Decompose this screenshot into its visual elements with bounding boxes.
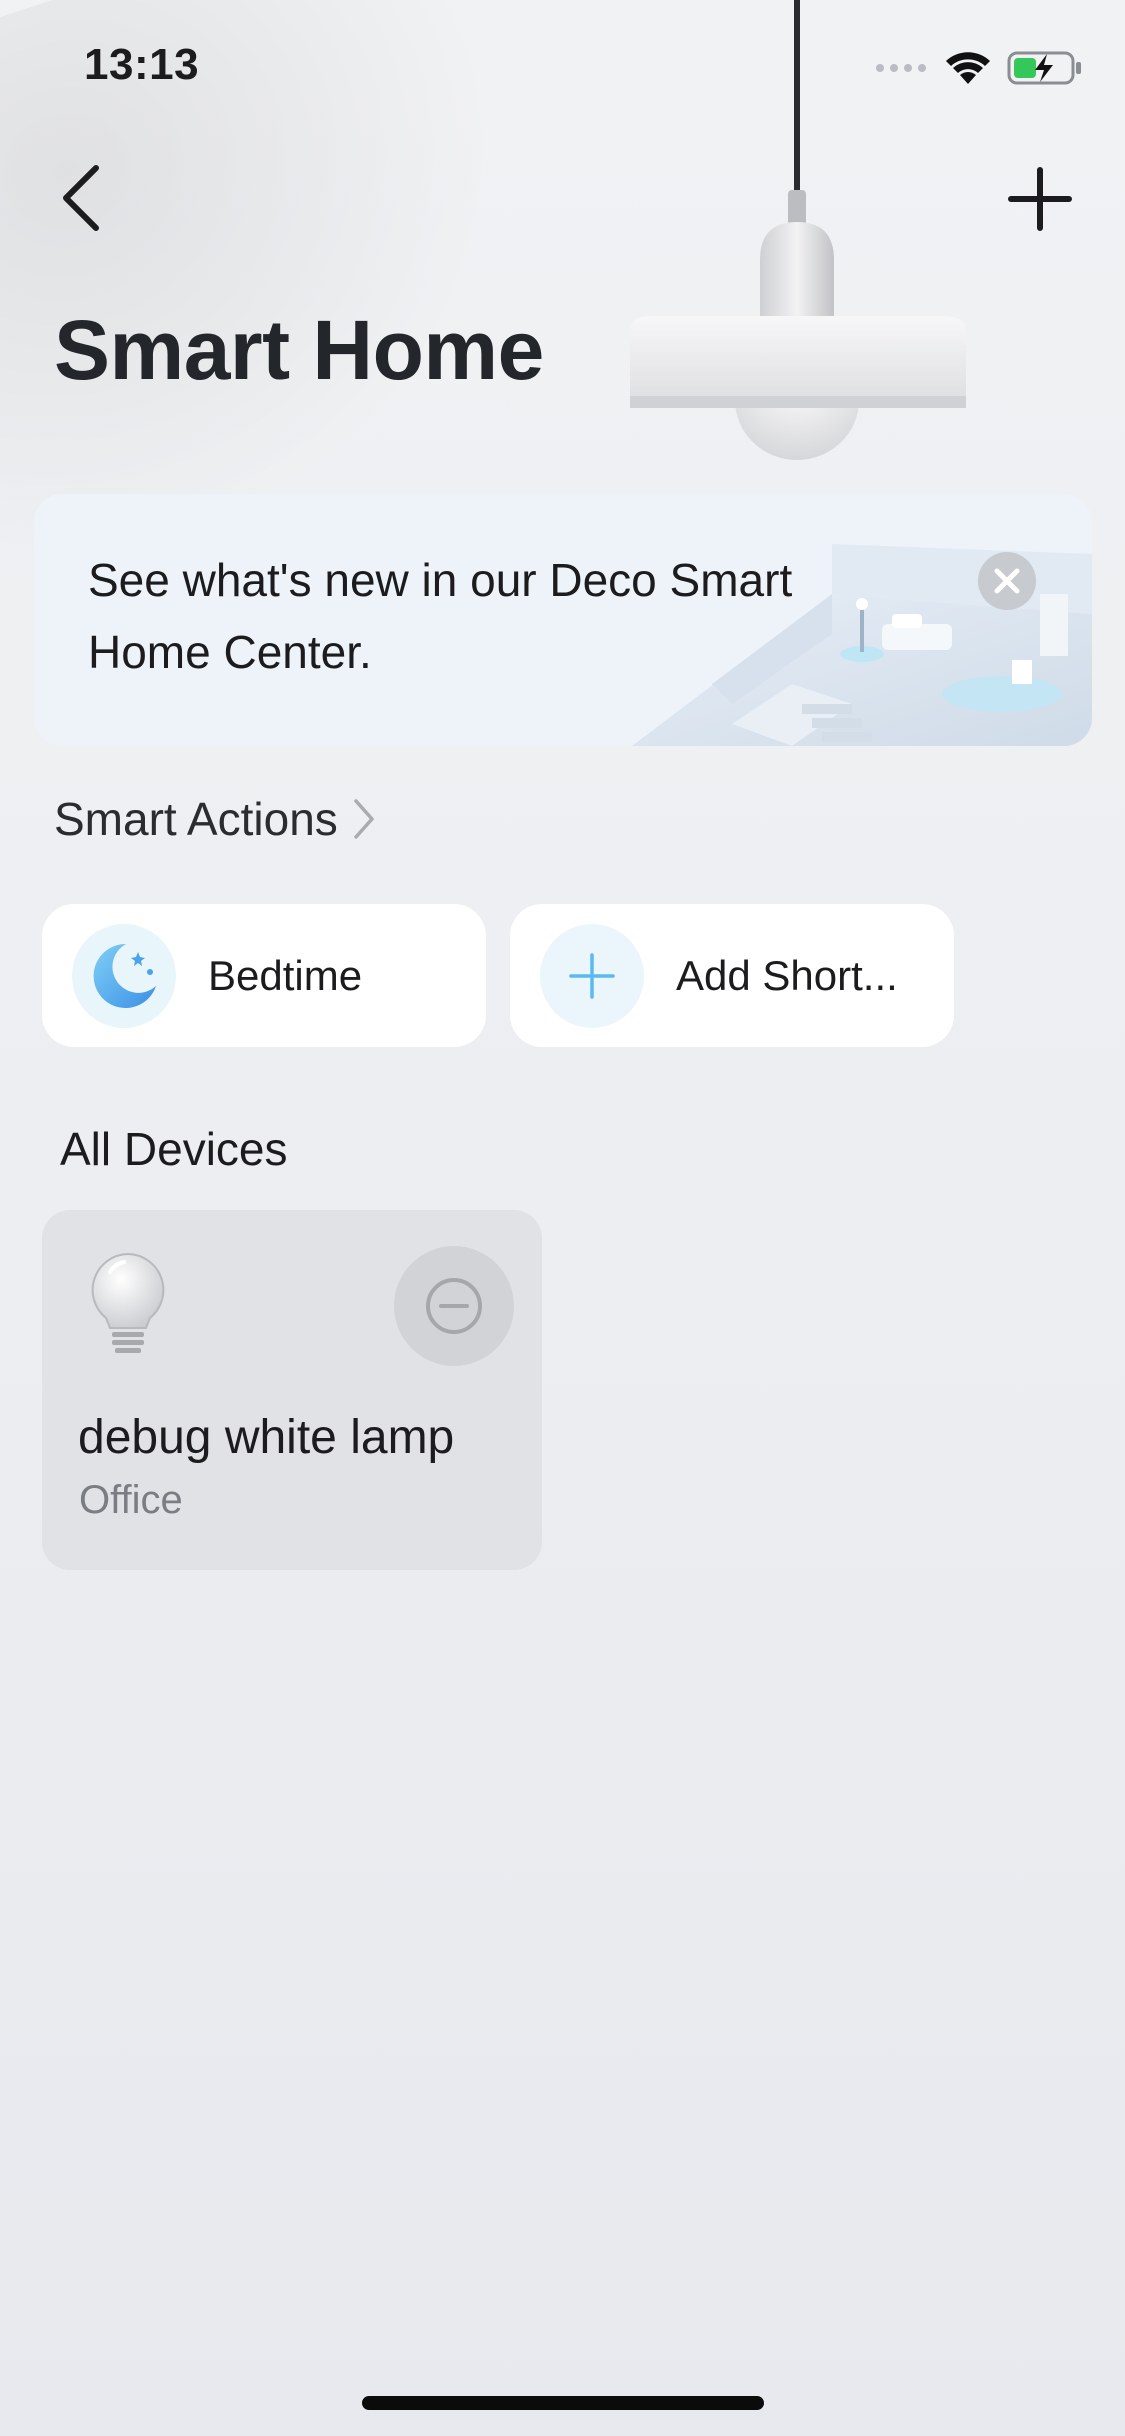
all-devices-title: All Devices xyxy=(60,1123,288,1175)
add-device-button[interactable] xyxy=(1007,166,1073,232)
pendant-lamp-illustration xyxy=(630,0,966,460)
page-title: Smart Home xyxy=(54,303,544,397)
action-label: Add Short... xyxy=(676,951,898,999)
device-remove-button[interactable] xyxy=(394,1246,514,1366)
plus-icon xyxy=(569,952,615,999)
chevron-right-icon xyxy=(354,799,374,839)
promo-banner[interactable]: See what's new in our Deco Smart Home Ce… xyxy=(34,494,1092,746)
device-room: Office xyxy=(79,1478,183,1522)
close-icon[interactable] xyxy=(978,552,1036,610)
smart-home-screen: 13:13 Smart Home See what's new in our D… xyxy=(0,0,1125,2436)
action-icon-bg xyxy=(540,923,644,1028)
bulb-icon xyxy=(91,1252,165,1353)
smart-actions-header[interactable]: Smart Actions xyxy=(54,792,376,846)
smart-actions-title: Smart Actions xyxy=(54,793,338,845)
action-card-bedtime[interactable]: Bedtime xyxy=(42,904,486,1047)
status-time: 13:13 xyxy=(84,40,200,89)
home-indicator[interactable] xyxy=(362,2396,764,2410)
device-card[interactable]: debug white lamp Office xyxy=(42,1210,542,1570)
action-icon-bg xyxy=(72,923,176,1028)
moon-icon xyxy=(93,943,156,1008)
remove-icon xyxy=(426,1278,482,1334)
action-card-add-shortcut[interactable]: Add Short... xyxy=(510,904,954,1047)
action-label: Bedtime xyxy=(208,951,363,999)
device-name: debug white lamp xyxy=(78,1411,455,1464)
battery-charging-icon xyxy=(1007,51,1081,85)
back-button[interactable] xyxy=(54,162,114,234)
